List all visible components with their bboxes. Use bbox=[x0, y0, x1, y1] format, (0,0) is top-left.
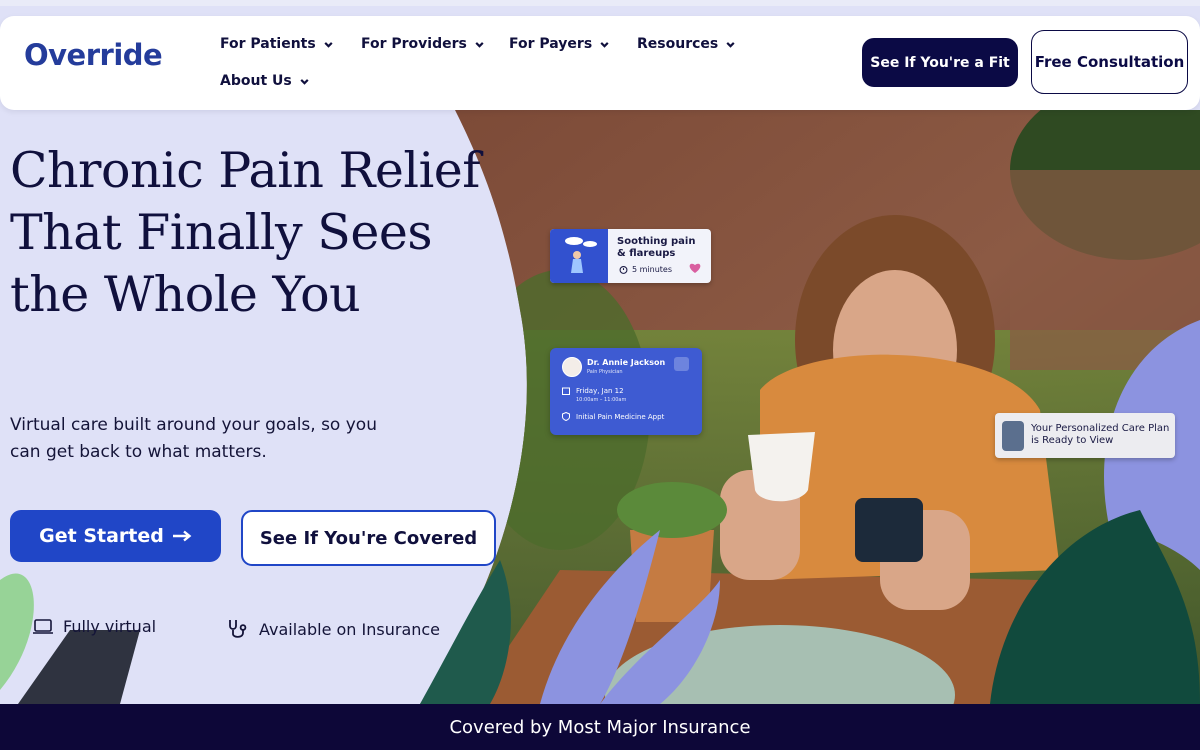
chevron-down-icon bbox=[600, 41, 609, 48]
session-duration: 5 minutes bbox=[619, 265, 672, 274]
get-started-label: Get Started bbox=[39, 525, 164, 547]
nav-label: For Payers bbox=[509, 36, 593, 52]
stethoscope-icon bbox=[229, 620, 247, 638]
hero-subhead: Virtual care built around your goals, so… bbox=[10, 415, 377, 462]
free-consultation-button[interactable]: Free Consultation bbox=[1031, 30, 1188, 94]
feature-fully-virtual: Fully virtual bbox=[32, 617, 156, 636]
feature-insurance: Available on Insurance bbox=[226, 617, 440, 641]
see-if-fit-button[interactable]: See If You're a Fit bbox=[862, 38, 1018, 87]
nav-for-patients[interactable]: For Patients bbox=[220, 36, 334, 52]
chevron-down-icon bbox=[300, 78, 309, 85]
calendar-icon bbox=[562, 387, 570, 395]
appointment-date: Friday, Jan 12 bbox=[576, 387, 624, 395]
session-illustration bbox=[550, 229, 608, 283]
nav-label: About Us bbox=[220, 73, 292, 89]
chevron-down-icon bbox=[726, 41, 735, 48]
hero-headline: Chronic Pain Relief That Finally Sees th… bbox=[10, 142, 480, 323]
chevron-down-icon bbox=[475, 41, 484, 48]
appointment-card: Dr. Annie Jackson Pain Physician Friday,… bbox=[550, 348, 702, 435]
appointment-type-text: Initial Pain Medicine Appt bbox=[576, 412, 665, 421]
insurance-banner: Covered by Most Major Insurance bbox=[0, 704, 1200, 750]
feature-label: Fully virtual bbox=[63, 617, 157, 636]
timer-icon bbox=[619, 265, 628, 274]
appointment-type: Initial Pain Medicine Appt bbox=[562, 412, 664, 421]
session-card: Soothing pain & flareups 5 minutes bbox=[550, 229, 711, 283]
doctor-role: Pain Physician bbox=[587, 369, 623, 375]
care-plan-text: Your Personalized Care Plan is Ready to … bbox=[1031, 423, 1170, 446]
doctor-avatar bbox=[562, 357, 582, 377]
heart-icon bbox=[689, 263, 701, 273]
top-strip bbox=[0, 0, 1200, 6]
nav-resources[interactable]: Resources bbox=[637, 36, 736, 52]
nav-for-payers[interactable]: For Payers bbox=[509, 36, 610, 52]
shield-icon bbox=[562, 412, 570, 421]
laptop-icon bbox=[33, 618, 53, 634]
chevron-down-icon bbox=[324, 41, 333, 48]
site-header: Override For Patients For Providers For … bbox=[0, 16, 1200, 110]
appointment-datetime: Friday, Jan 12 10:00am – 11:00am bbox=[562, 387, 626, 405]
nav-for-providers[interactable]: For Providers bbox=[361, 36, 485, 52]
arrow-right-icon bbox=[172, 530, 192, 542]
session-title: Soothing pain & flareups bbox=[617, 236, 696, 259]
chat-icon bbox=[674, 357, 689, 371]
logo[interactable]: Override bbox=[24, 38, 163, 72]
nav-label: For Patients bbox=[220, 36, 316, 52]
appointment-time: 10:00am – 11:00am bbox=[576, 397, 627, 403]
clipboard-icon bbox=[1002, 421, 1024, 451]
see-if-covered-button[interactable]: See If You're Covered bbox=[241, 510, 496, 566]
doctor-name: Dr. Annie Jackson bbox=[587, 358, 666, 367]
feature-label: Available on Insurance bbox=[259, 619, 441, 639]
session-duration-text: 5 minutes bbox=[632, 265, 673, 274]
nav-label: Resources bbox=[637, 36, 719, 52]
nav-label: For Providers bbox=[361, 36, 467, 52]
care-plan-card: Your Personalized Care Plan is Ready to … bbox=[995, 413, 1175, 458]
get-started-button[interactable]: Get Started bbox=[10, 510, 221, 562]
nav-about-us[interactable]: About Us bbox=[220, 73, 310, 89]
